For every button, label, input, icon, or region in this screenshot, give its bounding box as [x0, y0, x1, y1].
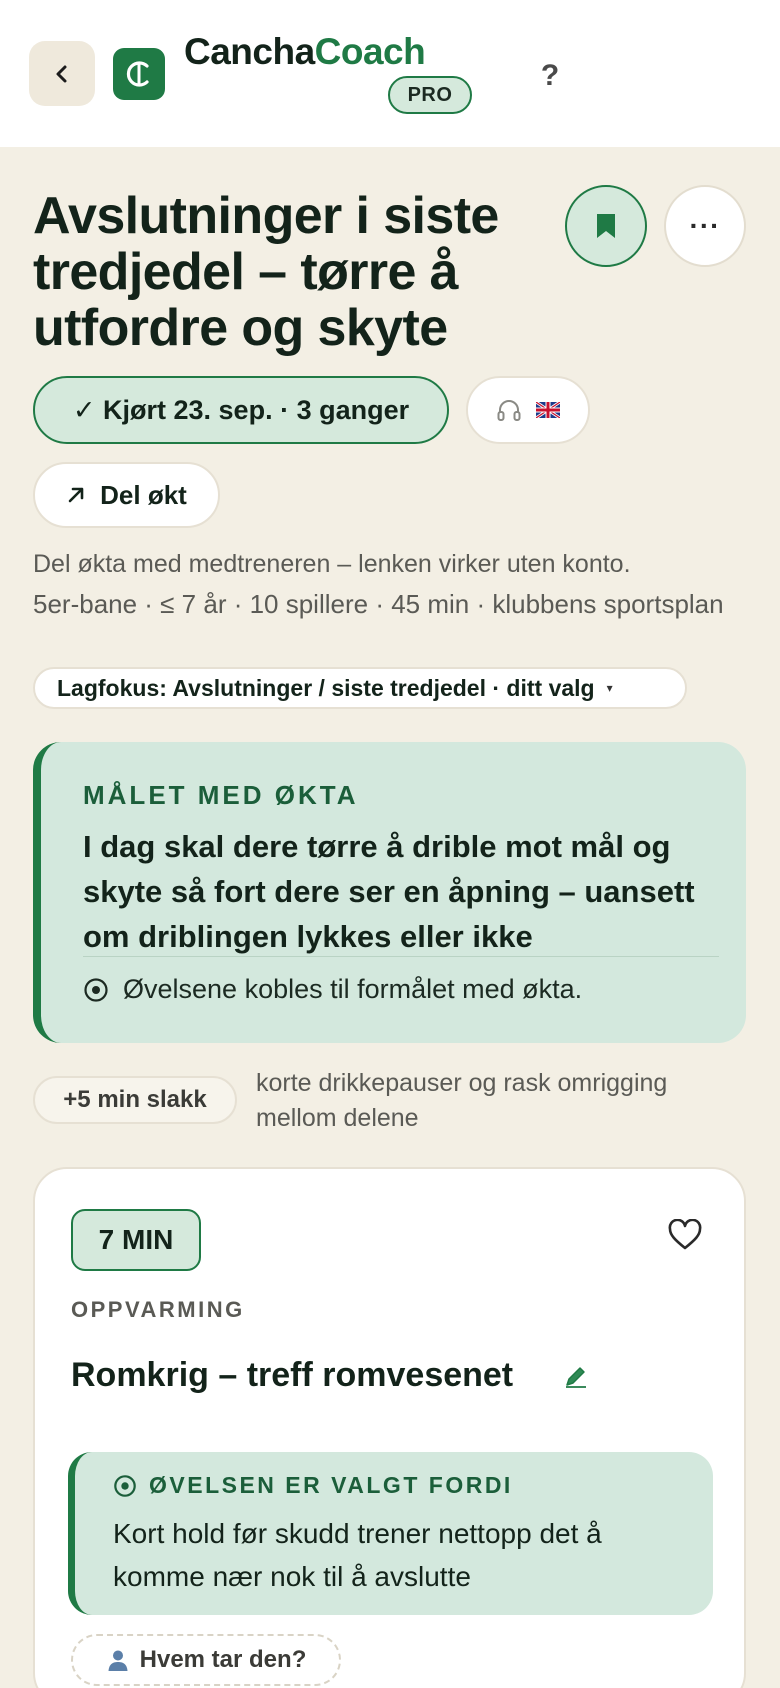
exercise-name: Romkrig – treff romvesenet [71, 1356, 514, 1394]
pro-badge: PRO [388, 76, 472, 114]
team-focus-label: Lagfokus: Avslutninger / siste tredjedel… [57, 674, 595, 701]
headphones-icon [497, 400, 521, 421]
session-goal-card: MÅLET MED ØKTA I dag skal dere tørre å d… [33, 742, 746, 1043]
share-arrow-icon [68, 487, 84, 503]
exercise-duration-badge: 7 MIN [71, 1209, 201, 1271]
reason-label: ØVELSEN ER VALGT FORDI [149, 1472, 513, 1498]
back-button[interactable] [29, 41, 95, 106]
target-icon [114, 1474, 136, 1497]
goal-divider [83, 956, 719, 957]
share-session-button[interactable]: Del økt [33, 462, 220, 528]
assign-coach-button[interactable]: Hvem tar den? [71, 1634, 341, 1686]
bookmark-button[interactable] [565, 185, 647, 267]
cancha-logo-icon [113, 48, 165, 100]
reason-text: Kort hold før skudd trener nettopp det å… [113, 1518, 602, 1592]
goal-note-text: Øvelsene kobles til formålet med økta. [123, 974, 583, 1004]
team-focus-selector[interactable]: Lagfokus: Avslutninger / siste tredjedel… [33, 667, 687, 709]
session-title: Avslutninger i siste tredjedel – tørre å… [33, 187, 499, 357]
completed-status-pill[interactable]: ✓ Kjørt 23. sep. · 3 ganger [33, 376, 449, 444]
share-hint: Del økta med medtreneren – lenken virker… [33, 550, 631, 578]
audio-language-pill[interactable] [466, 376, 590, 444]
session-meta: 5er-bane · ≤ 7 år · 10 spillere · 45 min… [33, 589, 724, 619]
brand-name: CanchaCoach [184, 30, 426, 74]
exercise-phase: OPPVARMING [71, 1297, 245, 1322]
goal-label: MÅLET MED ØKTA [83, 780, 359, 810]
brand-part-1: Cancha [184, 31, 315, 72]
favorite-button[interactable] [663, 1213, 707, 1257]
caret-down-icon: ▾ [606, 681, 613, 695]
uk-flag-icon [536, 402, 560, 418]
app-header: CanchaCoach PRO ? [0, 0, 780, 147]
brand-part-2: Coach [314, 31, 426, 72]
heart-icon [668, 1219, 702, 1250]
help-button[interactable]: ? [530, 52, 570, 100]
back-icon [56, 65, 67, 82]
share-label: Del økt [100, 479, 187, 510]
slack-description: korte drikkepauser og rask omrigging mel… [256, 1069, 668, 1132]
person-icon [108, 1650, 128, 1671]
edit-exercise-button[interactable] [557, 1359, 593, 1395]
exercise-card[interactable]: 7 MIN OPPVARMING Romkrig – treff romvese… [33, 1167, 746, 1688]
goal-note: Øvelsene kobles til formålet med økta. [83, 974, 582, 1005]
goal-text: I dag skal dere tørre å drible mot mål o… [83, 829, 695, 954]
slack-time-pill: +5 min slakk [33, 1076, 237, 1124]
exercise-reason-box: ØVELSEN ER VALGT FORDI Kort hold før sku… [68, 1452, 713, 1615]
target-icon [84, 977, 108, 1002]
more-button[interactable]: ··· [664, 185, 746, 267]
pencil-icon [566, 1367, 586, 1388]
bookmark-icon [597, 214, 615, 238]
assign-label: Hvem tar den? [139, 1646, 307, 1673]
reason-header: ØVELSEN ER VALGT FORDI [113, 1472, 513, 1499]
more-icon: ··· [689, 210, 721, 241]
